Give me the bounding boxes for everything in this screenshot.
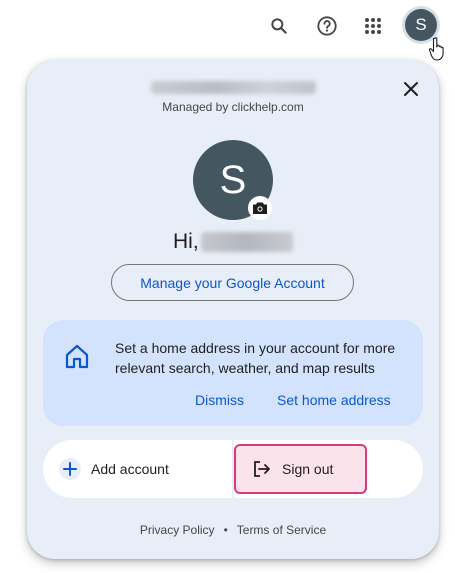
hand-cursor-icon bbox=[428, 37, 444, 61]
help-icon[interactable] bbox=[314, 13, 340, 39]
greeting-text: Hi, bbox=[173, 230, 199, 253]
separator: • bbox=[223, 523, 228, 537]
account-panel: Managed by clickhelp.com S Hi, Manage yo… bbox=[27, 60, 439, 559]
account-actions: Add account Sign out bbox=[43, 440, 423, 498]
top-bar: S bbox=[0, 0, 455, 61]
add-account-button[interactable]: Add account bbox=[59, 440, 169, 498]
search-icon[interactable] bbox=[266, 13, 292, 39]
dismiss-button[interactable]: Dismiss bbox=[195, 392, 244, 408]
add-account-label: Add account bbox=[91, 461, 169, 477]
manage-account-button[interactable]: Manage your Google Account bbox=[111, 264, 354, 301]
blurred-email bbox=[151, 81, 316, 94]
managed-by-label: Managed by clickhelp.com bbox=[162, 100, 304, 114]
terms-of-service-link[interactable]: Terms of Service bbox=[237, 523, 326, 537]
close-icon[interactable] bbox=[400, 78, 422, 100]
home-icon bbox=[65, 344, 89, 369]
privacy-policy-link[interactable]: Privacy Policy bbox=[140, 523, 215, 537]
sign-out-icon bbox=[254, 461, 270, 477]
footer-links: Privacy Policy • Terms of Service bbox=[27, 523, 439, 537]
plus-icon bbox=[59, 458, 81, 480]
camera-icon[interactable] bbox=[248, 196, 272, 220]
set-home-address-button[interactable]: Set home address bbox=[277, 392, 391, 408]
home-card-text: Set a home address in your account for m… bbox=[115, 340, 396, 376]
home-address-card: Set a home address in your account for m… bbox=[43, 320, 423, 426]
sign-out-label: Sign out bbox=[282, 461, 334, 477]
sign-out-button[interactable]: Sign out bbox=[234, 444, 367, 494]
blurred-name bbox=[200, 232, 293, 252]
apps-grid-icon[interactable] bbox=[360, 13, 386, 39]
greeting: Hi, bbox=[173, 228, 293, 256]
